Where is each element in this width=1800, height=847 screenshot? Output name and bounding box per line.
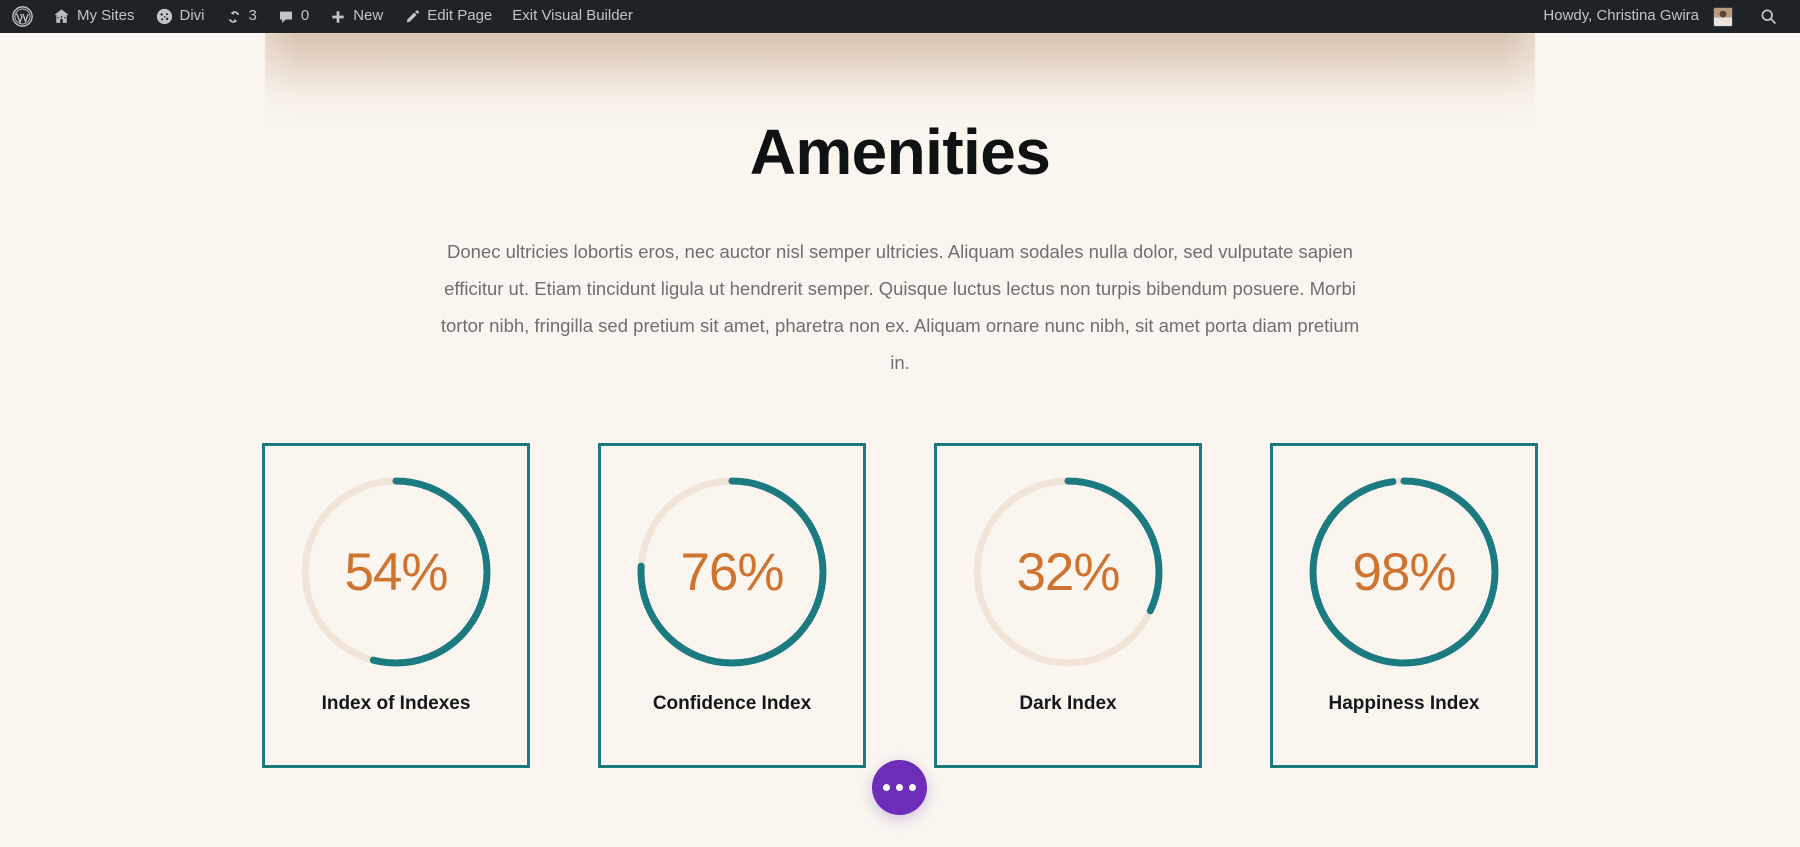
counter-percent: 32% <box>1016 542 1120 602</box>
ellipsis-icon-dot <box>896 784 903 791</box>
admin-bar-label-updates-count: 3 <box>248 7 257 24</box>
counter-percent: 76% <box>680 542 784 602</box>
amenities-section: Amenities Donec ultricies lobortis eros,… <box>0 33 1800 769</box>
wordpress-icon <box>12 6 33 27</box>
section-paragraph: Donec ultricies lobortis eros, nec aucto… <box>440 241 1360 374</box>
comment-icon <box>277 8 295 26</box>
admin-bar-label-exit-visual-builder: Exit Visual Builder <box>512 7 633 24</box>
admin-bar-label-edit-page: Edit Page <box>427 7 493 24</box>
admin-bar-item-edit-page[interactable]: Edit Page <box>393 0 502 33</box>
admin-bar-item-search[interactable] <box>1743 0 1800 33</box>
wp-admin-bar: My Sites Divi 3 0 New Edit Page Exit Vis… <box>0 0 1800 33</box>
counter-card[interactable]: 32% Dark Index <box>934 443 1202 769</box>
admin-bar-label-comments-count: 0 <box>300 7 310 24</box>
updates-icon <box>225 8 243 26</box>
page-title: Amenities <box>749 116 1051 188</box>
admin-bar-item-new-content[interactable]: New <box>319 0 393 33</box>
counter-card[interactable]: 98% Happiness Index <box>1270 443 1538 769</box>
ellipsis-icon-dot <box>883 784 890 791</box>
ellipsis-icon-dot <box>909 784 916 791</box>
divi-icon <box>155 7 174 26</box>
admin-bar-label-new: New <box>353 7 384 24</box>
admin-bar-label-divi: Divi <box>179 7 205 24</box>
admin-bar-item-comments[interactable]: 0 <box>267 0 319 33</box>
pencil-icon <box>403 8 421 26</box>
admin-bar-greeting: Howdy, Christina Gwira <box>1543 7 1699 24</box>
counters-row: 54% Index of Indexes 76% Confidence Inde… <box>0 443 1800 769</box>
admin-bar-label-my-sites: My Sites <box>77 7 135 24</box>
admin-bar-item-exit-visual-builder[interactable]: Exit Visual Builder <box>502 0 643 33</box>
admin-bar-item-wp-logo[interactable] <box>0 0 42 33</box>
sites-icon <box>52 7 71 26</box>
circle-counter: 32% <box>966 470 1170 674</box>
counter-title: Confidence Index <box>652 693 812 715</box>
page-canvas: Amenities Donec ultricies lobortis eros,… <box>0 33 1800 847</box>
avatar <box>1713 6 1733 27</box>
circle-counter: 76% <box>630 470 834 674</box>
counter-title: Dark Index <box>1019 693 1117 715</box>
plus-icon <box>329 8 347 26</box>
counter-percent: 98% <box>1352 542 1456 602</box>
counter-card[interactable]: 76% Confidence Index <box>598 443 866 769</box>
admin-bar-item-account[interactable]: Howdy, Christina Gwira <box>1533 0 1743 33</box>
admin-bar-item-divi[interactable]: Divi <box>145 0 215 33</box>
circle-counter: 54% <box>294 470 498 674</box>
admin-bar-item-updates[interactable]: 3 <box>215 0 267 33</box>
counter-title: Index of Indexes <box>321 693 471 715</box>
admin-bar-item-my-sites[interactable]: My Sites <box>42 0 145 33</box>
divi-builder-menu-button[interactable] <box>872 760 927 815</box>
counter-title: Happiness Index <box>1328 693 1480 715</box>
search-icon <box>1759 7 1778 26</box>
circle-counter: 98% <box>1302 470 1506 674</box>
counter-card[interactable]: 54% Index of Indexes <box>262 443 530 769</box>
counter-percent: 54% <box>344 542 448 602</box>
